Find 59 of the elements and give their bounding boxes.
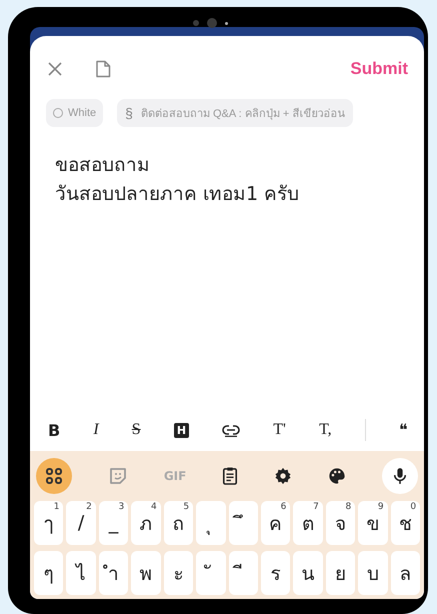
camera-icon	[225, 22, 228, 24]
keyboard-key[interactable]: ึ	[228, 501, 258, 545]
microphone-button[interactable]	[382, 458, 418, 494]
keyboard-key[interactable]: ำ	[98, 551, 128, 595]
heading-button[interactable]: H	[174, 422, 190, 438]
keyboard-key[interactable]: ค 6	[260, 501, 290, 545]
key-hint: 4	[150, 502, 157, 512]
document-icon[interactable]	[95, 60, 111, 78]
keyboard-key[interactable]: ร	[260, 551, 290, 595]
keyboard-key[interactable]: / 2	[66, 501, 96, 545]
keyboard-key[interactable]: ั	[196, 551, 226, 595]
key-hint: 0	[410, 502, 416, 512]
key-hint: 1	[54, 502, 60, 512]
key-hint: 6	[280, 502, 286, 512]
key-hint: 2	[86, 502, 92, 512]
chip-label: ติดต่อสอบถาม Q&A : คลิกปุ่ม + สีเขียวอ่อน	[140, 106, 346, 122]
keyboard-key[interactable]: _ 3	[98, 501, 128, 545]
submit-button[interactable]: Submit	[350, 59, 408, 79]
keyboard-key[interactable]: ไ	[66, 551, 96, 595]
keyboard-key[interactable]: ะ	[164, 551, 194, 595]
close-icon[interactable]	[47, 61, 63, 77]
keyboard-key[interactable]: ี	[228, 551, 258, 595]
message-text: วันสอบปลายภาค เทอม1 ครับ	[55, 182, 300, 207]
message-text: ขอสอบถาม	[55, 153, 151, 178]
keyboard-key[interactable]: ล	[390, 551, 420, 595]
camera-icon	[193, 20, 199, 26]
format-button[interactable]: T'	[273, 421, 286, 439]
key-hint: 8	[345, 502, 352, 512]
clipboard-icon[interactable]	[222, 466, 238, 486]
grid-icon	[45, 467, 63, 485]
keyboard-key[interactable]: จ 8	[326, 501, 356, 545]
keyboard-key[interactable]: ๆ	[34, 551, 64, 595]
palette-icon[interactable]	[328, 467, 346, 485]
key-hint: 7	[313, 502, 319, 512]
keyboard-key[interactable]: ต 7	[293, 501, 323, 545]
format-button[interactable]: T,	[319, 421, 332, 439]
key-hint: 3	[118, 502, 124, 512]
keyboard-key[interactable]: ช 0	[390, 501, 420, 545]
microphone-icon	[392, 467, 407, 485]
keyboard-key[interactable]: ข 9	[358, 501, 388, 545]
strikethrough-button[interactable]: S	[132, 421, 141, 439]
chip-label: White	[68, 107, 96, 119]
apps-button[interactable]	[36, 458, 72, 494]
keyboard-key[interactable]: น	[293, 551, 323, 595]
keyboard-key[interactable]: ย	[326, 551, 356, 595]
keyboard-key[interactable]: ภ 4	[131, 501, 161, 545]
keyboard-key[interactable]: บ	[358, 551, 388, 595]
keyboard-key[interactable]: ถ 5	[164, 501, 194, 545]
keyboard-key[interactable]: ุ	[196, 501, 226, 545]
italic-button[interactable]: I	[93, 421, 99, 439]
key-hint: 9	[378, 502, 384, 512]
key-hint: 5	[183, 502, 190, 512]
bold-button[interactable]: B	[48, 420, 60, 440]
link-icon[interactable]	[222, 423, 240, 437]
keyboard-key[interactable]: ๅ 1	[34, 501, 64, 545]
format-button[interactable]: ❝	[398, 420, 408, 440]
section-icon: §	[125, 105, 133, 121]
keyboard-key[interactable]: พ	[131, 551, 161, 595]
settings-icon[interactable]	[274, 467, 292, 485]
